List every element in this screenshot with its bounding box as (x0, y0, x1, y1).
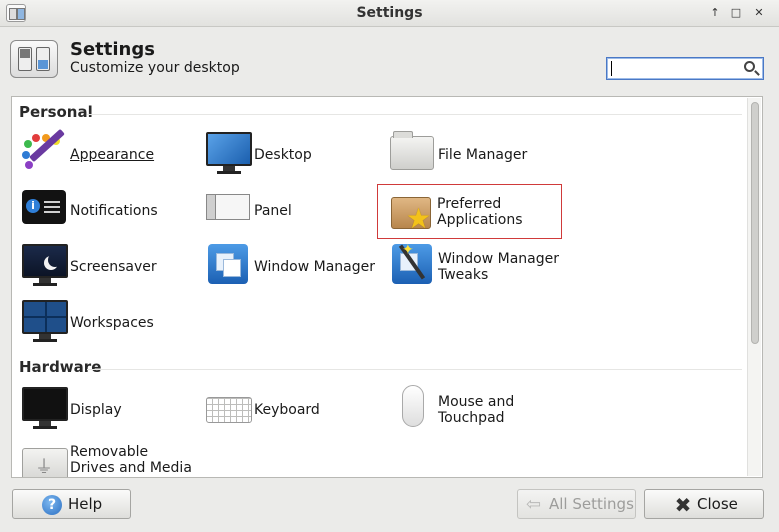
title-bar[interactable]: Settings ↑ □ ✕ (0, 0, 779, 27)
item-preferred-applications[interactable]: ★ Preferred Applications (377, 184, 562, 239)
back-arrow-icon: ⇦ (526, 494, 542, 515)
item-window-manager-tweaks[interactable]: ✦ Window Manager Tweaks (388, 240, 563, 294)
window-close-button[interactable]: ✕ (750, 5, 768, 21)
removable-drive-icon (20, 440, 68, 477)
appearance-icon (20, 128, 68, 176)
item-label: Appearance (70, 147, 155, 163)
screensaver-monitor-icon (20, 240, 68, 288)
all-settings-label: All Settings (549, 495, 634, 513)
item-display[interactable]: Display (20, 383, 195, 437)
item-appearance[interactable]: Appearance (20, 128, 195, 182)
item-panel[interactable]: Panel (204, 184, 379, 238)
search-input[interactable] (606, 57, 764, 80)
item-label: Display (70, 402, 122, 418)
folder-home-icon (388, 128, 436, 176)
item-label: Panel (254, 203, 292, 219)
window-raise-button[interactable]: ↑ (706, 5, 724, 21)
page-subtitle: Customize your desktop (70, 60, 240, 76)
close-label: Close (697, 495, 738, 513)
help-label: Help (68, 495, 103, 513)
item-removable-drives[interactable]: Removable Drives and Media (20, 440, 195, 477)
item-label: Preferred Applications (437, 195, 523, 228)
all-settings-button[interactable]: ⇦ All Settings (517, 489, 636, 519)
notifications-icon: i (20, 184, 68, 232)
item-notifications[interactable]: i Notifications (20, 184, 195, 238)
text-caret (611, 61, 612, 76)
item-desktop[interactable]: Desktop (204, 128, 379, 182)
settings-grid-panel: Personal Appearance Desktop File Manager… (11, 96, 763, 478)
search-icon[interactable] (744, 61, 755, 72)
item-label: Window Manager Tweaks (438, 251, 560, 283)
settings-switches-icon (10, 40, 58, 78)
help-icon: ? (42, 495, 62, 515)
desktop-monitor-icon (204, 128, 252, 176)
mouse-icon (388, 383, 436, 431)
item-label: Workspaces (70, 315, 154, 331)
panel-icon (204, 184, 252, 232)
item-screensaver[interactable]: Screensaver (20, 240, 195, 294)
vertical-scrollbar[interactable] (747, 98, 761, 476)
item-label: Window Manager (254, 259, 376, 275)
item-label: Screensaver (70, 259, 157, 275)
item-label: Mouse and Touchpad (438, 394, 515, 426)
settings-window: Settings ↑ □ ✕ Settings Customize your d… (0, 0, 779, 532)
page-title: Settings (70, 39, 155, 60)
item-keyboard[interactable]: Keyboard (204, 383, 379, 437)
display-monitor-icon (20, 383, 68, 431)
window-tweaks-wand-icon: ✦ (388, 240, 436, 288)
item-label: File Manager (438, 147, 528, 163)
header: Settings Customize your desktop (0, 28, 779, 88)
divider (87, 114, 742, 115)
close-button[interactable]: ✖ Close (644, 489, 764, 519)
keyboard-icon (204, 383, 252, 431)
item-label: Notifications (70, 203, 158, 219)
item-mouse-touchpad[interactable]: Mouse and Touchpad (388, 383, 563, 437)
item-workspaces[interactable]: Workspaces (20, 296, 195, 350)
item-window-manager[interactable]: Window Manager (204, 240, 379, 294)
help-button[interactable]: ? Help (12, 489, 131, 519)
preferred-apps-box-star-icon: ★ (388, 188, 436, 236)
window-title: Settings (356, 5, 423, 21)
item-label: Keyboard (254, 402, 320, 418)
scrollbar-thumb[interactable] (751, 102, 759, 344)
window-manager-icon (204, 240, 252, 288)
item-label: Desktop (254, 147, 312, 163)
window-maximize-button[interactable]: □ (727, 5, 745, 21)
workspaces-monitor-icon (20, 296, 68, 344)
section-hardware: Hardware (19, 358, 102, 376)
section-personal: Personal (19, 103, 93, 121)
item-label: Removable Drives and Media (70, 444, 192, 476)
item-file-manager[interactable]: File Manager (388, 128, 563, 182)
divider (87, 369, 742, 370)
close-x-icon: ✖ (674, 493, 692, 517)
